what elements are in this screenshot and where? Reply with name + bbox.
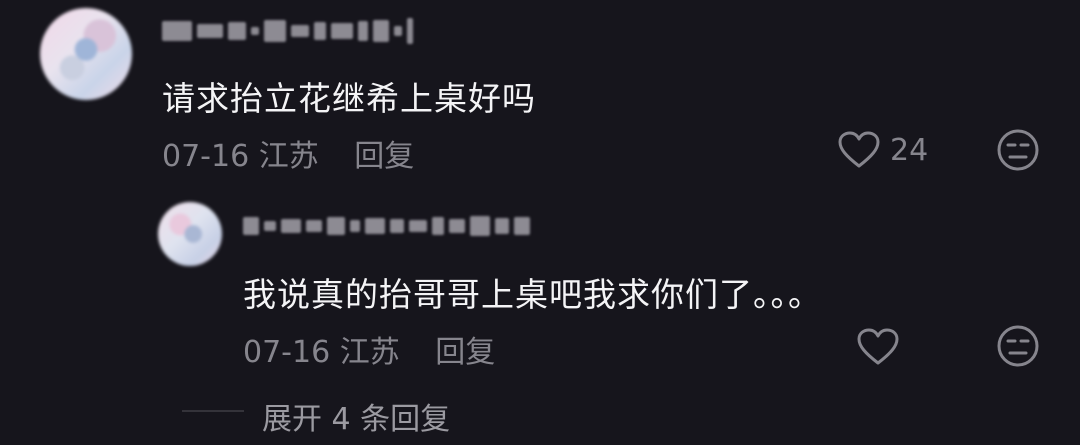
reply-text: 我说真的抬哥哥上桌吧我求你们了。。。	[243, 275, 822, 314]
like-icon[interactable]	[838, 131, 880, 169]
replier-avatar[interactable]	[158, 202, 222, 266]
unimpressed-face-icon[interactable]	[996, 128, 1040, 172]
commenter-username-blurred[interactable]	[162, 18, 413, 44]
reply-reply-button[interactable]: 回复	[435, 335, 495, 370]
commenter-avatar[interactable]	[40, 8, 132, 100]
reply-unimpressed-face-icon[interactable]	[996, 324, 1040, 368]
reply-like-icon[interactable]	[857, 328, 899, 366]
comment-text: 请求抬立花继希上桌好吗	[162, 79, 536, 118]
expand-replies-button[interactable]: 展开 4 条回复	[262, 394, 450, 438]
comment-location: 江苏	[258, 139, 319, 174]
comment-date: 07-16	[162, 139, 250, 174]
reply-meta: 07-16 江苏 回复	[243, 327, 495, 371]
comment-reply-button[interactable]: 回复	[354, 139, 414, 174]
reply-location: 江苏	[339, 335, 400, 370]
like-count: 24	[890, 133, 929, 168]
expand-divider-line	[182, 410, 244, 412]
replier-username-blurred[interactable]	[243, 216, 530, 236]
comment-meta: 07-16 江苏 回复	[162, 131, 414, 175]
reply-date: 07-16	[243, 335, 331, 370]
